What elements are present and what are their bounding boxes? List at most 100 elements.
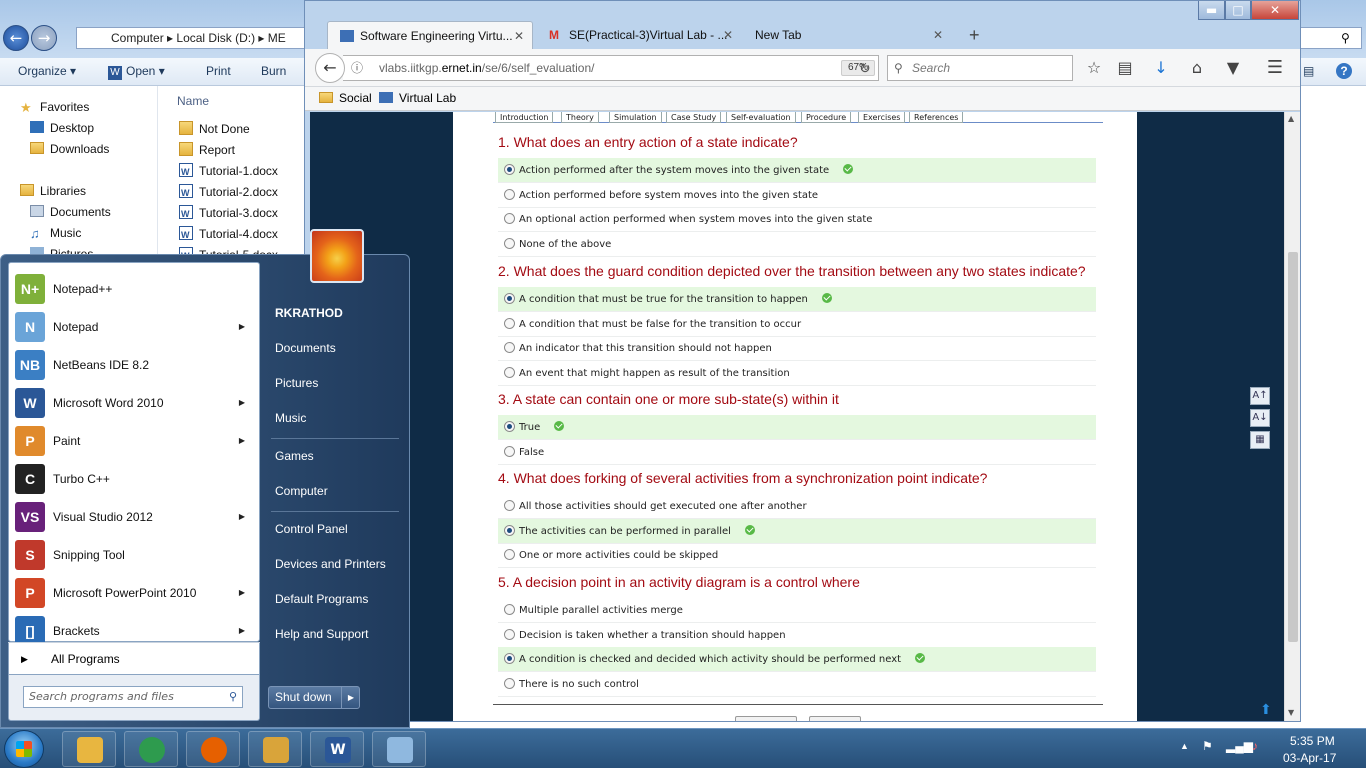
help-icon[interactable]: ? (1336, 63, 1352, 79)
downloads-icon[interactable]: ↓ (1151, 58, 1171, 78)
explorer-search-input[interactable]: ⚲ (1300, 27, 1362, 49)
shutdown-options-icon[interactable]: ▶ (341, 686, 360, 709)
file-item[interactable]: Tutorial-1.docx (179, 161, 278, 182)
radio-button[interactable] (504, 213, 515, 224)
nav-documents[interactable]: Documents (30, 202, 111, 222)
pocket-icon[interactable]: ▼ (1223, 58, 1243, 78)
radio-button[interactable] (504, 317, 515, 329)
radio-button[interactable] (504, 653, 515, 664)
column-header-name[interactable]: Name (177, 94, 209, 108)
submenu-arrow-icon[interactable]: ▶ (239, 422, 245, 460)
radio-button[interactable] (504, 677, 515, 689)
submenu-arrow-icon[interactable]: ▶ (239, 498, 245, 536)
start-program-item[interactable]: P Microsoft PowerPoint 2010 ▶ (9, 574, 259, 612)
start-program-item[interactable]: P Paint ▶ (9, 422, 259, 460)
answer-option[interactable]: An optional action performed when system… (498, 207, 1096, 232)
answer-option[interactable]: True (498, 415, 1096, 440)
burn-button[interactable]: Burn (261, 64, 286, 78)
back-button[interactable]: ← (3, 25, 29, 51)
scroll-to-top-icon[interactable]: ⬆ (1260, 702, 1272, 718)
file-item[interactable]: Report (179, 140, 235, 160)
nav-desktop[interactable]: Desktop (30, 118, 94, 138)
answer-option[interactable]: Action performed before system moves int… (498, 183, 1096, 208)
radio-button[interactable] (504, 366, 515, 378)
start-item-games[interactable]: Games (275, 449, 314, 463)
start-program-item[interactable]: W Microsoft Word 2010 ▶ (9, 384, 259, 422)
tab-new-tab[interactable]: New Tab ✕ (743, 21, 951, 49)
file-item[interactable]: Tutorial-3.docx (179, 203, 278, 224)
start-program-item[interactable]: N+ Notepad++ (9, 270, 259, 308)
site-info-icon[interactable]: ⓘ (351, 56, 363, 80)
start-program-item[interactable]: N Notepad ▶ (9, 308, 259, 346)
reload-icon[interactable]: ↻ (859, 56, 871, 80)
nav-downloads[interactable]: Downloads (30, 139, 109, 159)
bookmark-social[interactable]: Social (319, 91, 372, 105)
radio-button[interactable] (504, 604, 515, 615)
radio-button[interactable] (504, 500, 515, 511)
lab-tab-case-study[interactable]: Case Study (666, 112, 722, 123)
radio-button[interactable] (504, 164, 515, 175)
taskbar-app-button[interactable] (372, 731, 426, 767)
reset-button[interactable] (809, 716, 861, 721)
radio-button[interactable] (504, 293, 515, 304)
address-bar[interactable]: Computer ▸ Local Disk (D:) ▸ ME (76, 27, 306, 49)
file-item[interactable]: Not Done (179, 119, 250, 139)
decrease-font-icon[interactable]: A↓ (1250, 409, 1270, 427)
start-program-item[interactable]: S Snipping Tool (9, 536, 259, 574)
scrollbar-thumb[interactable] (1288, 252, 1298, 642)
submenu-arrow-icon[interactable]: ▶ (239, 384, 245, 422)
answer-option[interactable]: An event that might happen as result of … (498, 361, 1096, 386)
lab-tab-theory[interactable]: Theory (561, 112, 599, 123)
clock-time[interactable]: 5:35 PM (1290, 734, 1335, 748)
increase-font-icon[interactable]: A↑ (1250, 387, 1270, 405)
start-item-devices-printers[interactable]: Devices and Printers (275, 557, 386, 571)
breadcrumb-computer[interactable]: Computer (111, 31, 164, 45)
view-options-icon[interactable]: ▤ (1303, 64, 1314, 78)
answer-option[interactable]: There is no such control (498, 672, 1096, 697)
bookmark-virtual-lab[interactable]: Virtual Lab (379, 91, 456, 105)
submenu-arrow-icon[interactable]: ▶ (239, 308, 245, 346)
new-tab-button[interactable]: + (957, 21, 987, 49)
print-button[interactable]: Print (206, 64, 231, 78)
taskbar-app-button[interactable] (124, 731, 178, 767)
close-tab-icon[interactable]: ✕ (933, 21, 943, 49)
submit-button[interactable] (735, 716, 797, 721)
lab-tab-procedure[interactable]: Procedure (801, 112, 852, 123)
answer-option[interactable]: One or more activities could be skipped (498, 543, 1096, 568)
nav-favorites[interactable]: ★ Favorites (20, 97, 89, 117)
all-programs-button[interactable]: ▶ All Programs (8, 643, 260, 675)
file-item[interactable]: Tutorial-2.docx (179, 182, 278, 203)
start-item-computer[interactable]: Computer (275, 484, 328, 498)
radio-button[interactable] (504, 445, 515, 457)
taskbar-app-button[interactable] (186, 731, 240, 767)
radio-button[interactable] (504, 628, 515, 640)
clock-date[interactable]: 03-Apr-17 (1283, 751, 1336, 765)
nav-libraries[interactable]: Libraries (20, 181, 86, 201)
answer-option[interactable]: A condition that must be false for the t… (498, 312, 1096, 337)
back-button[interactable]: ← (315, 53, 345, 83)
start-item-music[interactable]: Music (275, 411, 306, 425)
start-item-control-panel[interactable]: Control Panel (275, 522, 348, 536)
tab-software-engineering[interactable]: Software Engineering Virtu... ✕ (327, 21, 533, 49)
url-bar[interactable]: ⓘ vlabs.iitkgp.ernet.in/se/6/self_evalua… (343, 55, 879, 81)
radio-button[interactable] (504, 524, 515, 536)
page-scrollbar[interactable]: ▲ ▼ (1284, 112, 1300, 721)
start-user-name[interactable]: RKRATHOD (275, 306, 343, 320)
network-icon[interactable]: ▂▄▆ (1226, 739, 1253, 753)
tab-se-practical[interactable]: M SE(Practical-3)Virtual Lab - ... ✕ (537, 21, 741, 49)
answer-option[interactable]: Multiple parallel activities merge (498, 598, 1096, 623)
start-search-input[interactable]: Search programs and files ⚲ (23, 686, 243, 708)
close-tab-icon[interactable]: ✕ (514, 22, 524, 50)
start-button[interactable] (4, 730, 44, 768)
taskbar-app-button[interactable] (248, 731, 302, 767)
answer-option[interactable]: False (498, 440, 1096, 465)
answer-option[interactable]: Decision is taken whether a transition s… (498, 623, 1096, 648)
answer-option[interactable]: An indicator that this transition should… (498, 336, 1096, 361)
lab-tab-references[interactable]: References (909, 112, 964, 123)
answer-option[interactable]: All those activities should get executed… (498, 494, 1096, 519)
close-tab-icon[interactable]: ✕ (723, 21, 733, 49)
start-item-default-programs[interactable]: Default Programs (275, 592, 368, 606)
answer-option[interactable]: A condition that must be true for the tr… (498, 287, 1096, 312)
scroll-up-arrow-icon[interactable]: ▲ (1288, 114, 1294, 123)
scroll-down-arrow-icon[interactable]: ▼ (1288, 708, 1294, 717)
